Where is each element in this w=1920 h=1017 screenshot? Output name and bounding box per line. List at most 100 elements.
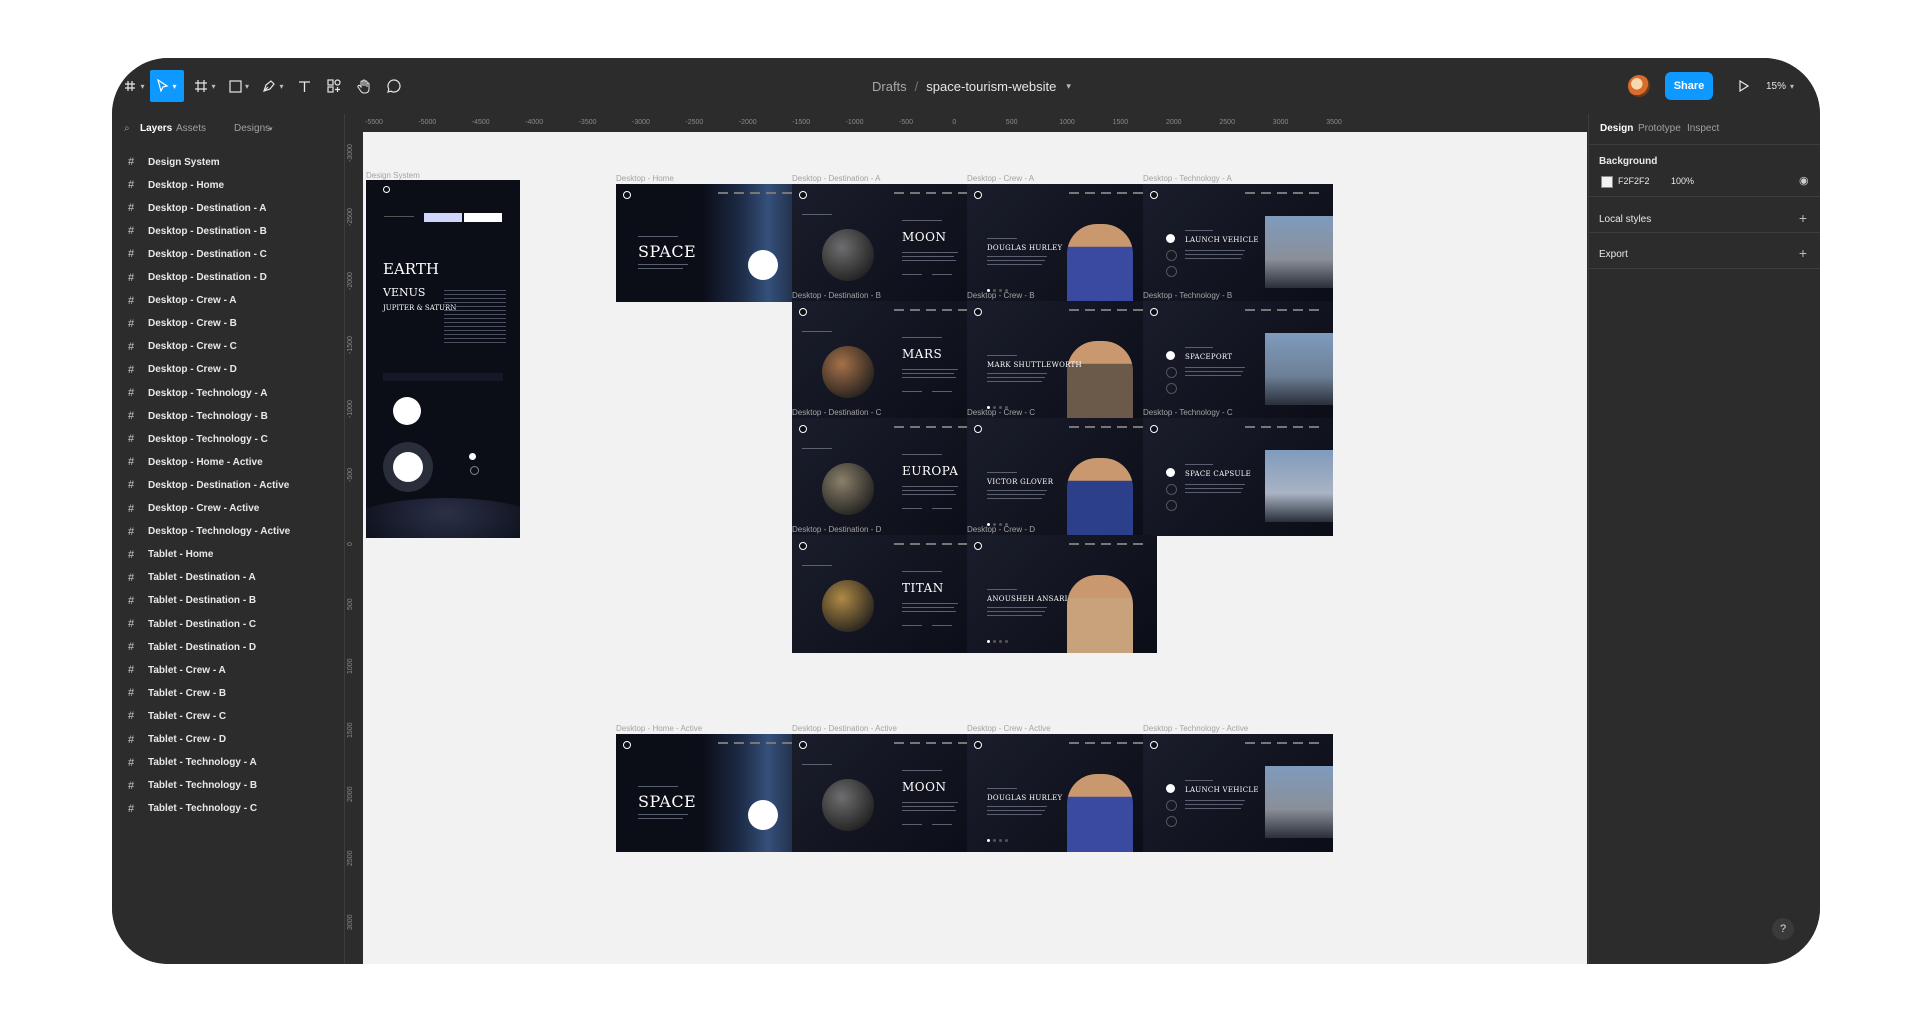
tab-design[interactable]: Design xyxy=(1600,123,1633,134)
layer-label: Desktop - Destination - D xyxy=(148,272,267,283)
pen-tool-button[interactable]: ▾ xyxy=(258,70,288,102)
frame-label[interactable]: Desktop - Technology - B xyxy=(1143,291,1232,300)
frame-label[interactable]: Desktop - Crew - D xyxy=(967,525,1035,534)
resources-tool-button[interactable] xyxy=(322,70,346,102)
layer-item[interactable]: # Desktop - Destination - C xyxy=(112,244,344,264)
layer-item[interactable]: # Desktop - Crew - A xyxy=(112,291,344,311)
logo-icon xyxy=(799,741,807,749)
layer-item[interactable]: # Tablet - Destination - A xyxy=(112,568,344,588)
main-menu-button[interactable]: ▾ xyxy=(120,70,148,102)
layer-item[interactable]: # Desktop - Destination - A xyxy=(112,198,344,218)
layer-item[interactable]: # Desktop - Home - Active xyxy=(112,452,344,472)
background-swatch[interactable] xyxy=(1601,176,1613,188)
frame-dest[interactable]: MOON xyxy=(792,734,982,852)
add-export-plus-icon[interactable]: + xyxy=(1799,245,1807,261)
frame-crew[interactable]: MARK SHUTTLEWORTH xyxy=(967,301,1157,419)
text-line xyxy=(932,508,952,509)
layer-item[interactable]: # Tablet - Crew - B xyxy=(112,683,344,703)
frame-tech[interactable]: SPACEPORT xyxy=(1143,301,1333,419)
layer-item[interactable]: # Desktop - Crew - D xyxy=(112,360,344,380)
frame-label[interactable]: Desktop - Crew - Active xyxy=(967,724,1051,733)
frame-label[interactable]: Desktop - Destination - B xyxy=(792,291,881,300)
layer-item[interactable]: # Tablet - Destination - C xyxy=(112,614,344,634)
frame-tech[interactable]: LAUNCH VEHICLE xyxy=(1143,184,1333,302)
tab-inspect[interactable]: Inspect xyxy=(1687,123,1719,134)
frame-tech[interactable]: LAUNCH VEHICLE xyxy=(1143,734,1333,852)
layer-item[interactable]: # Desktop - Crew - B xyxy=(112,314,344,334)
breadcrumb-drafts[interactable]: Drafts xyxy=(872,79,907,94)
layer-item[interactable]: # Desktop - Technology - B xyxy=(112,406,344,426)
layer-item[interactable]: # Tablet - Home xyxy=(112,545,344,565)
shape-tool-button[interactable]: ▾ xyxy=(224,70,254,102)
frame-dest[interactable]: TITAN xyxy=(792,535,982,653)
layer-item[interactable]: # Desktop - Home xyxy=(112,175,344,195)
frame-crew[interactable]: ANOUSHEH ANSARI xyxy=(967,535,1157,653)
frame-home[interactable]: SPACE xyxy=(616,184,806,302)
move-tool-button[interactable]: ▾ xyxy=(150,70,184,102)
layer-item[interactable]: # Tablet - Crew - A xyxy=(112,660,344,680)
eye-icon[interactable]: ◉ xyxy=(1799,174,1809,187)
hand-tool-button[interactable] xyxy=(352,70,376,102)
layer-item[interactable]: # Tablet - Technology - B xyxy=(112,776,344,796)
tab-assets[interactable]: Assets xyxy=(176,123,206,134)
layer-item[interactable]: # Desktop - Destination - Active xyxy=(112,475,344,495)
layer-item[interactable]: # Desktop - Technology - Active xyxy=(112,522,344,542)
frame-tool-button[interactable]: ▾ xyxy=(190,70,220,102)
background-opacity-input[interactable]: 100% xyxy=(1671,176,1694,186)
layer-item[interactable]: # Desktop - Crew - Active xyxy=(112,499,344,519)
chevron-down-icon[interactable]: ▾ xyxy=(269,125,273,133)
frame-label[interactable]: Desktop - Crew - B xyxy=(967,291,1035,300)
layer-item[interactable]: # Tablet - Technology - C xyxy=(112,799,344,819)
tab-designs[interactable]: Designs xyxy=(234,123,270,134)
background-hex-input[interactable]: F2F2F2 xyxy=(1618,176,1650,186)
frame-crew[interactable]: DOUGLAS HURLEY xyxy=(967,184,1157,302)
comment-tool-button[interactable] xyxy=(382,70,406,102)
tab-layers[interactable]: Layers xyxy=(140,123,172,134)
avatar[interactable] xyxy=(1628,75,1650,97)
layer-item[interactable]: # Tablet - Destination - D xyxy=(112,637,344,657)
frame-crew[interactable]: DOUGLAS HURLEY xyxy=(967,734,1157,852)
frame-label-design-system[interactable]: Design System xyxy=(366,171,420,180)
frame-design-system[interactable]: EARTH VENUS JUPITER & SATURN xyxy=(366,180,520,538)
frame-dest[interactable]: MOON xyxy=(792,184,982,302)
frame-home[interactable]: SPACE xyxy=(616,734,806,852)
frame-label[interactable]: Desktop - Destination - D xyxy=(792,525,881,534)
layer-item[interactable]: # Desktop - Technology - A xyxy=(112,383,344,403)
present-button[interactable] xyxy=(1732,74,1756,98)
canvas[interactable]: -5500 -5000 -4500 -4000 -3500 -3000 -2500 -2000… xyxy=(345,114,1587,964)
chevron-down-icon[interactable]: ▾ xyxy=(1066,81,1071,92)
frame-label[interactable]: Desktop - Destination - A xyxy=(792,174,880,183)
frame-label[interactable]: Desktop - Home - Active xyxy=(616,724,702,733)
frame-label[interactable]: Desktop - Home xyxy=(616,174,674,183)
add-style-plus-icon[interactable]: + xyxy=(1799,210,1807,226)
frame-tech[interactable]: SPACE CAPSULE xyxy=(1143,418,1333,536)
frame-label[interactable]: Desktop - Technology - A xyxy=(1143,174,1232,183)
tab-prototype[interactable]: Prototype xyxy=(1638,123,1681,134)
file-name[interactable]: space-tourism-website xyxy=(926,79,1056,94)
layer-item[interactable]: # Desktop - Destination - D xyxy=(112,268,344,288)
layer-item[interactable]: # Desktop - Destination - B xyxy=(112,221,344,241)
frame-label[interactable]: Desktop - Technology - C xyxy=(1143,408,1233,417)
frame-label[interactable]: Desktop - Destination - Active xyxy=(792,724,897,733)
frame-label[interactable]: Desktop - Technology - Active xyxy=(1143,724,1248,733)
layer-item[interactable]: # Tablet - Destination - B xyxy=(112,591,344,611)
layer-item[interactable]: # Design System xyxy=(112,152,344,172)
layer-item[interactable]: # Desktop - Crew - C xyxy=(112,337,344,357)
frame-dest[interactable]: MARS xyxy=(792,301,982,419)
text-tool-button[interactable] xyxy=(292,70,316,102)
frame-label[interactable]: Desktop - Crew - A xyxy=(967,174,1034,183)
frame-dest[interactable]: EUROPA xyxy=(792,418,982,536)
layer-item[interactable]: # Tablet - Crew - C xyxy=(112,706,344,726)
help-button[interactable]: ? xyxy=(1772,918,1794,940)
frame-label[interactable]: Desktop - Crew - C xyxy=(967,408,1035,417)
ruler-tick-label: 500 xyxy=(347,598,354,610)
frame-crew[interactable]: VICTOR GLOVER xyxy=(967,418,1157,536)
pager-dot xyxy=(1005,640,1008,643)
zoom-dropdown[interactable]: 15% ▾ xyxy=(1766,74,1794,98)
share-button[interactable]: Share xyxy=(1665,72,1713,100)
frame-label[interactable]: Desktop - Destination - C xyxy=(792,408,881,417)
search-icon[interactable]: ⌕ xyxy=(124,123,130,134)
layer-item[interactable]: # Tablet - Technology - A xyxy=(112,753,344,773)
layer-item[interactable]: # Tablet - Crew - D xyxy=(112,730,344,750)
layer-item[interactable]: # Desktop - Technology - C xyxy=(112,429,344,449)
